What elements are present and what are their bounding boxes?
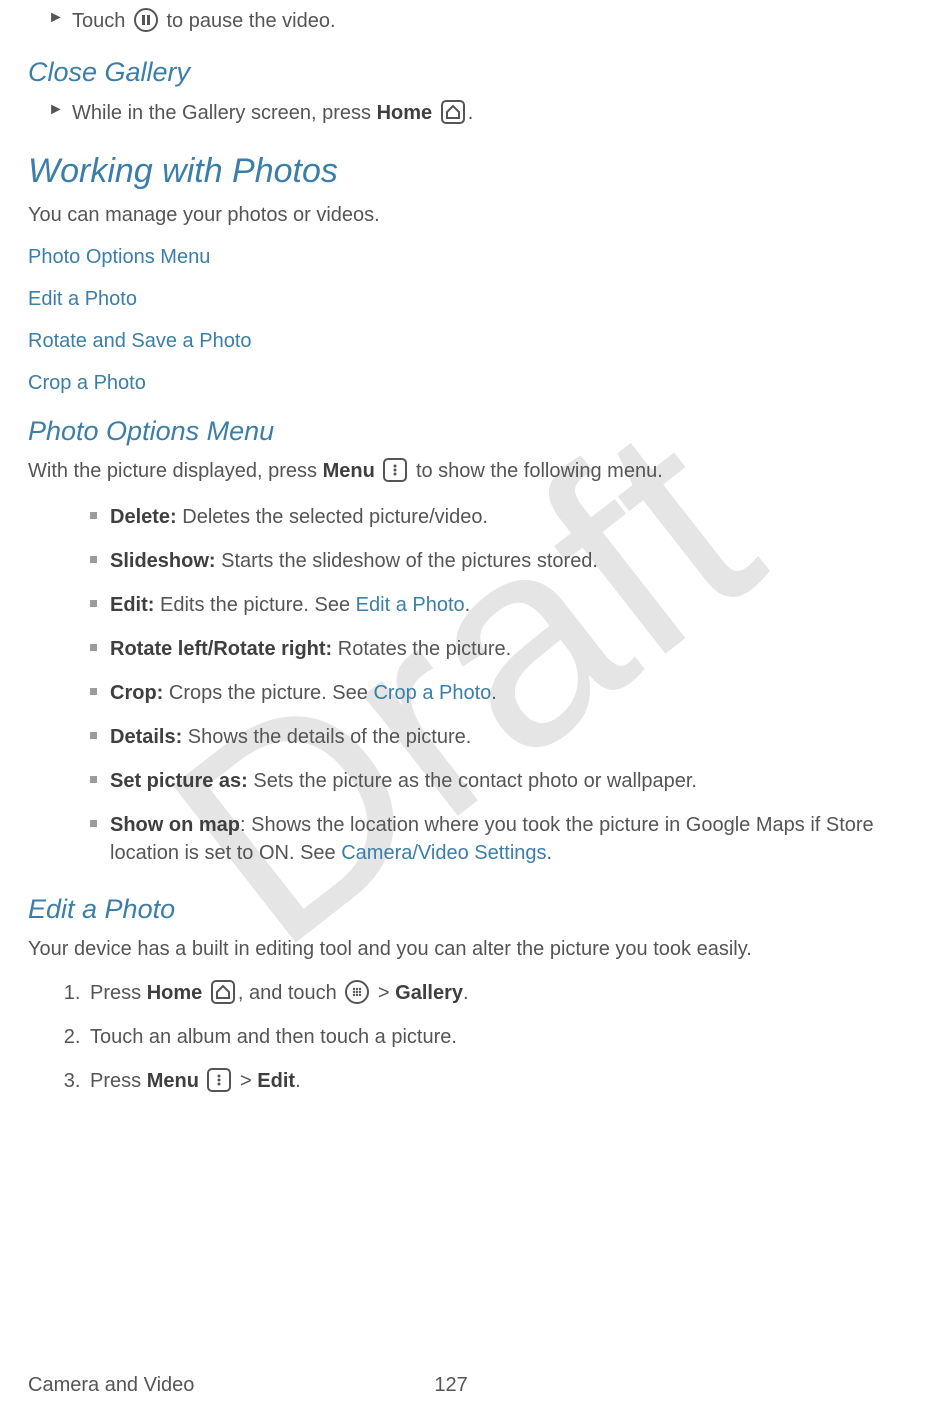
page-footer: Camera and Video 127 (28, 1371, 897, 1399)
home-icon (211, 980, 235, 1004)
text: > (240, 1070, 257, 1092)
text: . (468, 102, 474, 124)
text-bold: Show on map (110, 814, 240, 836)
home-icon (441, 100, 465, 124)
text: to pause the video. (167, 10, 336, 32)
list-item: Rotate left/Rotate right: Rotates the pi… (28, 627, 897, 671)
text-bold: Menu (147, 1070, 199, 1092)
heading-close-gallery: Close Gallery (28, 54, 897, 92)
list-item: Slideshow: Starts the slideshow of the p… (28, 539, 897, 583)
text: Deletes the selected picture/video. (177, 506, 488, 528)
list-item: Set picture as: Sets the picture as the … (28, 759, 897, 803)
text-bold: Slideshow: (110, 550, 216, 572)
heading-working-with-photos: Working with Photos (28, 148, 897, 196)
list-item: Press Home , and touch > Gallery. (86, 971, 897, 1015)
list-item: Press Menu > Edit. (86, 1059, 897, 1103)
text: Touch (72, 10, 131, 32)
text: . (465, 594, 471, 616)
text: > (378, 982, 395, 1004)
list-item: Edit: Edits the picture. See Edit a Phot… (28, 583, 897, 627)
footer-section: Camera and Video (28, 1371, 194, 1399)
text-bold: Home (377, 102, 433, 124)
close-gallery-step: ► While in the Gallery screen, press Hom… (48, 96, 897, 130)
text: . (295, 1070, 301, 1092)
text-bold: Delete: (110, 506, 177, 528)
text: With the picture displayed, press (28, 460, 323, 482)
link-crop-a-photo[interactable]: Crop a Photo (28, 369, 897, 397)
apps-icon (345, 980, 369, 1004)
text-bold: Set picture as: (110, 770, 248, 792)
text: Starts the slideshow of the pictures sto… (216, 550, 598, 572)
link-edit-a-photo[interactable]: Edit a Photo (28, 285, 897, 313)
pause-video-step: ► Touch to pause the video. (48, 4, 897, 38)
text: Press (90, 982, 147, 1004)
text: While in the Gallery screen, press (72, 102, 377, 124)
text-bold: Gallery (395, 982, 463, 1004)
menu-icon (207, 1068, 231, 1092)
list-item: Details: Shows the details of the pictur… (28, 715, 897, 759)
text: . (463, 982, 469, 1004)
link-photo-options-menu[interactable]: Photo Options Menu (28, 243, 897, 271)
link-camera-video-settings[interactable]: Camera/Video Settings (341, 842, 546, 864)
photo-options-list: Delete: Deletes the selected picture/vid… (28, 495, 897, 875)
footer-page-number: 127 (434, 1371, 467, 1399)
text: , and touch (238, 982, 343, 1004)
text: Your device has a built in editing tool … (28, 935, 897, 963)
text: Rotates the picture. (332, 638, 511, 660)
list-item: Delete: Deletes the selected picture/vid… (28, 495, 897, 539)
menu-icon (383, 458, 407, 482)
text-bold: Rotate left/Rotate right: (110, 638, 332, 660)
text-bold: Home (147, 982, 203, 1004)
text: You can manage your photos or videos. (28, 201, 897, 229)
text: With the picture displayed, press Menu t… (28, 457, 897, 485)
list-item: Crop: Crops the picture. See Crop a Phot… (28, 671, 897, 715)
text: Touch an album and then touch a picture. (90, 1026, 457, 1048)
bullet-arrow-icon: ► (48, 99, 64, 121)
text-bold: Menu (323, 460, 375, 482)
toc-links: Photo Options Menu Edit a Photo Rotate a… (28, 243, 897, 397)
text: . (491, 682, 497, 704)
text-bold: Crop: (110, 682, 163, 704)
text: Press (90, 1070, 147, 1092)
text: Sets the picture as the contact photo or… (248, 770, 697, 792)
text: Crops the picture. See (163, 682, 373, 704)
edit-photo-steps: Press Home , and touch > Gallery. (28, 971, 897, 1103)
bullet-arrow-icon: ► (48, 7, 64, 29)
pause-icon (134, 8, 158, 32)
link-edit-a-photo[interactable]: Edit a Photo (356, 594, 465, 616)
link-crop-a-photo[interactable]: Crop a Photo (373, 682, 491, 704)
text-bold: Edit (257, 1070, 295, 1092)
text-bold: Edit: (110, 594, 154, 616)
text: Shows the details of the picture. (182, 726, 471, 748)
list-item: Show on map: Shows the location where yo… (28, 803, 897, 875)
heading-photo-options-menu: Photo Options Menu (28, 413, 897, 451)
heading-edit-a-photo: Edit a Photo (28, 891, 897, 929)
text-bold: Details: (110, 726, 182, 748)
list-item: Touch an album and then touch a picture. (86, 1015, 897, 1059)
text: . (547, 842, 553, 864)
link-rotate-and-save[interactable]: Rotate and Save a Photo (28, 327, 897, 355)
text: to show the following menu. (416, 460, 663, 482)
text: Edits the picture. See (154, 594, 355, 616)
